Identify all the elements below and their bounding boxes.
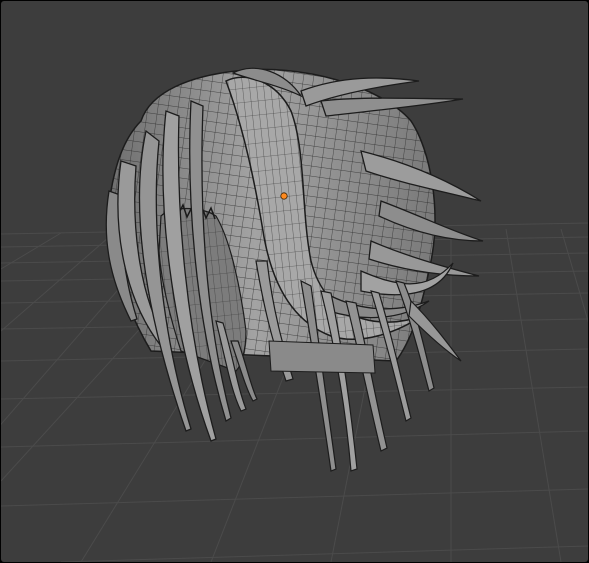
hair-base [268,340,376,374]
3d-viewport[interactable] [1,1,588,562]
viewport-canvas[interactable] [1,1,588,562]
object-origin-dot[interactable] [280,192,288,200]
hair-mesh[interactable] [105,67,484,472]
